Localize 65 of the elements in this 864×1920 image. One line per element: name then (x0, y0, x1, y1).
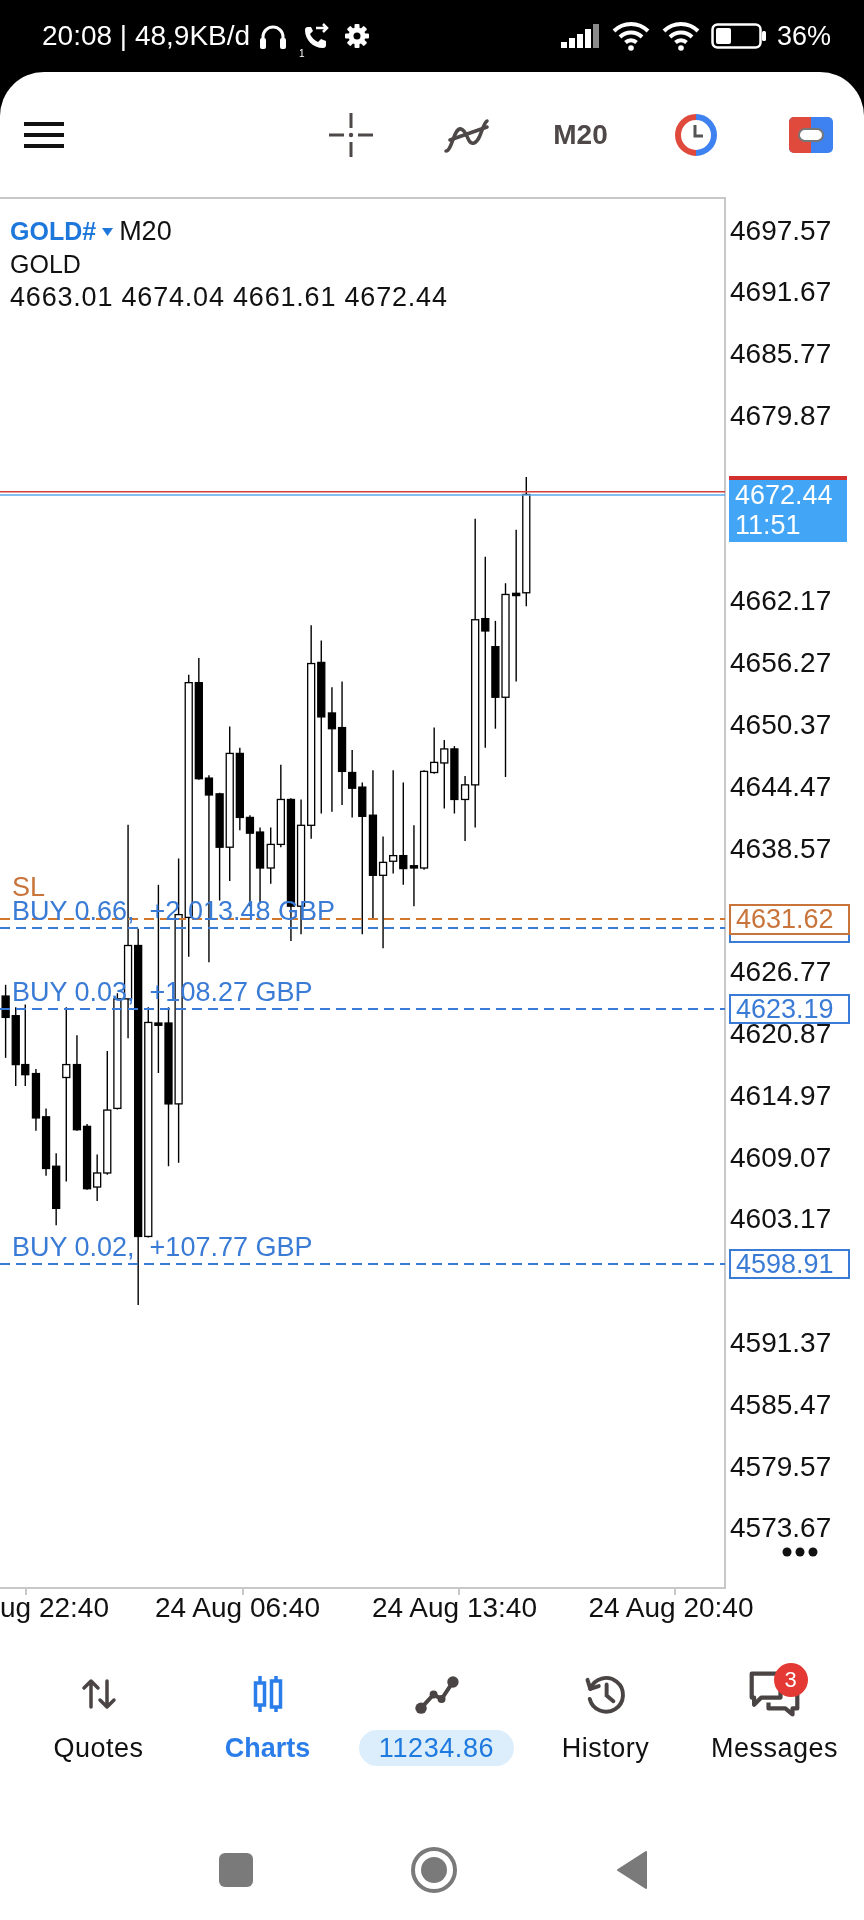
stop-loss-price-tag: 4631.62 (729, 904, 850, 935)
price-axis-label: 4579.57 (730, 1456, 832, 1477)
candle (450, 745, 459, 815)
price-axis-label: 4626.77 (730, 962, 832, 983)
time-axis-label: ug 22:40 (0, 1592, 109, 1624)
price-axis-label: 4691.67 (730, 282, 832, 303)
time-axis-label: 24 Aug 13:40 (370, 1592, 538, 1624)
candle (31, 1068, 41, 1132)
battery-icon (710, 23, 767, 49)
price-axis-label: 4679.87 (730, 405, 832, 426)
price-axis-label: 4603.17 (730, 1209, 832, 1230)
menu-icon[interactable] (24, 121, 64, 148)
sim-slot-number: 1 (299, 49, 305, 59)
price-axis-label: 4685.77 (730, 344, 832, 365)
timeframe-button[interactable]: M20 (553, 117, 608, 152)
bid-price: 4672.44 (735, 480, 834, 510)
order-label: BUY 0.02, (12, 1235, 135, 1259)
price-axis-label: 4650.37 (730, 714, 832, 735)
price-axis-label: 4573.67 (730, 1518, 832, 1539)
nav-tab[interactable]: 11234.86 (352, 1640, 521, 1800)
home-icon[interactable] (411, 1847, 457, 1893)
price-axis-label: 4620.87 (730, 1023, 832, 1044)
price-axis-label: 4585.47 (730, 1394, 832, 1415)
price-axis-label: 4662.17 (730, 591, 832, 612)
order-price-tag: 4623.19 (729, 994, 850, 1024)
price-axis-label: 4609.07 (730, 1147, 832, 1168)
wifi-icon (660, 21, 701, 51)
nav-tab[interactable]: Charts (183, 1640, 352, 1800)
nav-tab[interactable]: Quotes (14, 1640, 183, 1800)
chart-timeframe: M20 (119, 215, 172, 248)
time-axis-label: 24 Aug 06:40 (153, 1592, 321, 1624)
unread-count-badge: 3 (773, 1663, 808, 1697)
balance-pill: 11234.86 (358, 1730, 515, 1766)
caret-icon[interactable] (102, 227, 114, 236)
bar-countdown: 11:51 (735, 510, 802, 540)
nav-tab[interactable]: Messages 3 (690, 1640, 859, 1800)
status-time-and-speed: 20:08 | 48,9KB/d (42, 20, 251, 52)
symbol-description: GOLD (10, 249, 81, 280)
wifi-icon (610, 21, 651, 51)
symbol-name[interactable]: GOLD# (10, 215, 97, 248)
price-axis-label: 4656.27 (730, 653, 832, 674)
up-down-arrows-icon (80, 1677, 117, 1711)
nav-tab[interactable]: History (521, 1640, 690, 1800)
ohlc-values: 4663.01 4674.04 4661.61 4672.44 (10, 281, 448, 314)
time-axis-label: 24 Aug 20:40 (587, 1592, 755, 1624)
price-axis-label: 4697.57 (730, 220, 832, 241)
switch-icon[interactable] (788, 116, 833, 153)
order-profit: +107.77 GBP (149, 1235, 313, 1259)
order-price-tag: 4598.91 (729, 1249, 850, 1279)
stop-loss-label: SL (12, 875, 46, 899)
price-axis-label: 4638.57 (730, 838, 832, 859)
crosshair-icon[interactable] (328, 112, 373, 157)
battery-percent: 36% (776, 20, 831, 52)
line-chart-icon (413, 1673, 460, 1715)
clock-icon[interactable] (674, 113, 717, 156)
back-icon[interactable] (616, 1851, 648, 1889)
candle (41, 1107, 51, 1177)
recents-icon[interactable] (219, 1853, 253, 1887)
signal-icon (560, 24, 601, 48)
price-axis-label: 4591.37 (730, 1332, 832, 1353)
phone-arrow-icon (302, 21, 331, 51)
price-axis-label: 4644.47 (730, 776, 832, 797)
more-icon[interactable] (782, 1547, 818, 1557)
price-axis-label: 4614.97 (730, 1085, 832, 1106)
gear-icon (344, 23, 371, 49)
